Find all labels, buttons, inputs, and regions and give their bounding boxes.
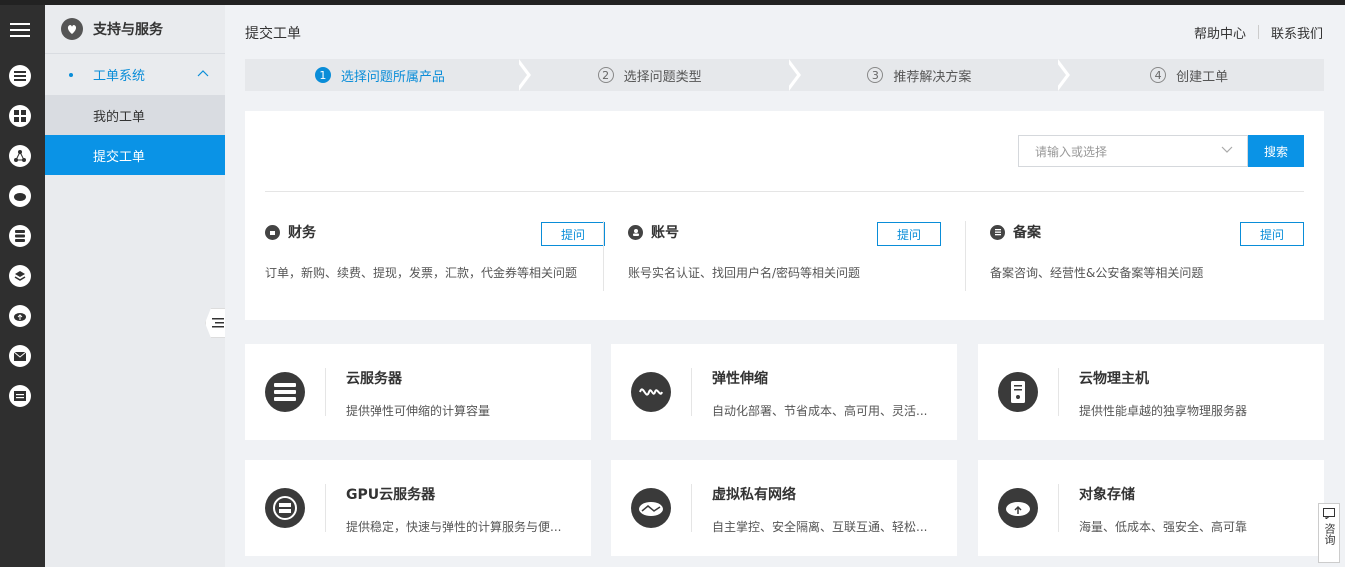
product-desc: 自主掌控、安全隔离、互联互通、轻松... — [712, 520, 928, 534]
layers-icon[interactable] — [9, 265, 31, 287]
sidebar-group-ticket-system[interactable]: 工单系统 — [45, 54, 225, 95]
collapse-icon — [211, 318, 224, 328]
ticket-icon[interactable] — [9, 385, 31, 407]
step-number: 3 — [867, 67, 884, 83]
object-storage-icon — [998, 488, 1038, 528]
ask-button[interactable]: 提问 — [541, 222, 605, 246]
step-2: 2 选择问题类型 — [515, 59, 801, 91]
icon-rail — [0, 5, 45, 567]
support-logo-icon — [61, 18, 83, 40]
category-desc: 订单，新购、续费、提现，发票，汇款，代金券等相关问题 — [265, 266, 578, 280]
step-number: 2 — [597, 67, 614, 83]
product-card-cloud-server[interactable]: 云服务器 提供弹性可伸缩的计算容量 — [245, 344, 591, 440]
category-account: 账号 提问 账号实名认证、找回用户名/密码等相关问题 — [628, 222, 941, 292]
product-title: 云物理主机 — [1079, 371, 1149, 387]
consult-button[interactable]: 咨询 — [1318, 503, 1340, 563]
server-icon — [265, 372, 305, 412]
step-number: 4 — [1150, 67, 1167, 83]
divider — [965, 221, 966, 291]
sidebar-group-label: 工单系统 — [93, 69, 146, 84]
product-desc: 海量、低成本、强安全、高可靠 — [1079, 520, 1248, 534]
search-bar: 请输入或选择 搜索 — [1018, 135, 1304, 167]
step-label: 推荐解决方案 — [893, 69, 972, 85]
sidebar-title: 支持与服务 — [93, 22, 163, 38]
step-4: 4 创建工单 — [1054, 59, 1324, 91]
product-title: 对象存储 — [1079, 487, 1135, 503]
database-icon[interactable] — [9, 225, 31, 247]
mail-icon[interactable] — [9, 345, 31, 367]
chevron-down-icon[interactable] — [1221, 146, 1233, 154]
page-title: 提交工单 — [245, 26, 301, 42]
sidebar-header: 支持与服务 — [45, 5, 225, 54]
category-desc: 账号实名认证、找回用户名/密码等相关问题 — [628, 266, 861, 280]
category-title: 财务 — [288, 225, 316, 241]
step-number: 1 — [314, 67, 331, 83]
category-title: 备案 — [1013, 225, 1041, 241]
menu-icon[interactable] — [10, 23, 30, 37]
step-label: 选择问题所属产品 — [340, 69, 445, 85]
record-icon — [990, 224, 1005, 240]
category-record: 备案 提问 备案咨询、经营性&公安备案等相关问题 — [990, 222, 1304, 292]
list-icon[interactable] — [9, 65, 31, 87]
vpc-icon — [631, 488, 671, 528]
product-title: 虚拟私有网络 — [712, 487, 796, 503]
main-content: 提交工单 帮助中心 联系我们 1 选择问题所属产品 2 选择问题类型 3 推荐解… — [225, 5, 1345, 567]
category-panel: 请输入或选择 搜索 财务 提问 订单，新购、续费、提现，发票，汇款，代金券等相关… — [245, 111, 1324, 320]
chat-icon — [1323, 508, 1335, 519]
help-center-link[interactable]: 帮助中心 — [1194, 23, 1246, 42]
divider — [265, 191, 1304, 192]
sidebar-item-submit-ticket[interactable]: 提交工单 — [45, 135, 225, 175]
product-title: GPU云服务器 — [346, 487, 436, 503]
sidebar-item-my-tickets[interactable]: 我的工单 — [45, 95, 225, 135]
product-card-auto-scaling[interactable]: 弹性伸缩 自动化部署、节省成本、高可用、灵活... — [611, 344, 957, 440]
physical-host-icon — [998, 372, 1038, 412]
step-label: 创建工单 — [1176, 69, 1229, 85]
bullet-icon — [69, 72, 73, 77]
scaling-icon — [631, 372, 671, 412]
step-1: 1 选择问题所属产品 — [245, 59, 531, 91]
ask-button[interactable]: 提问 — [1240, 222, 1304, 246]
consult-label: 咨询 — [1323, 523, 1336, 545]
product-desc: 自动化部署、节省成本、高可用、灵活... — [712, 404, 928, 418]
sidebar: 支持与服务 工单系统 我的工单 提交工单 — [45, 5, 225, 567]
link-divider — [1257, 25, 1259, 39]
cloud-icon[interactable] — [9, 185, 31, 207]
product-desc: 提供性能卓越的独享物理服务器 — [1079, 404, 1248, 418]
divider — [603, 221, 604, 291]
search-placeholder: 请输入或选择 — [1035, 144, 1108, 159]
step-3: 3 推荐解决方案 — [785, 59, 1071, 91]
gpu-icon — [265, 488, 305, 528]
step-label: 选择问题类型 — [623, 69, 702, 85]
product-desc: 提供稳定，快速与弹性的计算服务与便... — [346, 520, 562, 534]
category-title: 账号 — [651, 225, 679, 241]
money-icon — [265, 224, 280, 240]
product-title: 弹性伸缩 — [712, 371, 768, 387]
network-icon[interactable] — [9, 145, 31, 167]
step-progress: 1 选择问题所属产品 2 选择问题类型 3 推荐解决方案 4 创建工单 — [245, 59, 1324, 91]
product-desc: 提供弹性可伸缩的计算容量 — [346, 404, 491, 418]
product-card-physical-host[interactable]: 云物理主机 提供性能卓越的独享物理服务器 — [978, 344, 1324, 440]
chevron-up-icon — [197, 70, 209, 77]
user-icon — [628, 224, 643, 240]
search-input[interactable]: 请输入或选择 — [1018, 135, 1248, 167]
contact-us-link[interactable]: 联系我们 — [1271, 23, 1323, 42]
category-desc: 备案咨询、经营性&公安备案等相关问题 — [990, 266, 1204, 280]
upload-icon[interactable] — [9, 305, 31, 327]
product-card-object-storage[interactable]: 对象存储 海量、低成本、强安全、高可靠 — [978, 460, 1324, 556]
category-finance: 财务 提问 订单，新购、续费、提现，发票，汇款，代金券等相关问题 — [265, 222, 605, 292]
top-links: 帮助中心 联系我们 — [1194, 23, 1323, 42]
product-card-gpu-server[interactable]: GPU云服务器 提供稳定，快速与弹性的计算服务与便... — [245, 460, 591, 556]
product-title: 云服务器 — [346, 371, 402, 387]
search-button[interactable]: 搜索 — [1248, 135, 1304, 167]
product-card-vpc[interactable]: 虚拟私有网络 自主掌控、安全隔离、互联互通、轻松... — [611, 460, 957, 556]
ask-button[interactable]: 提问 — [877, 222, 941, 246]
grid-icon[interactable] — [9, 105, 31, 127]
